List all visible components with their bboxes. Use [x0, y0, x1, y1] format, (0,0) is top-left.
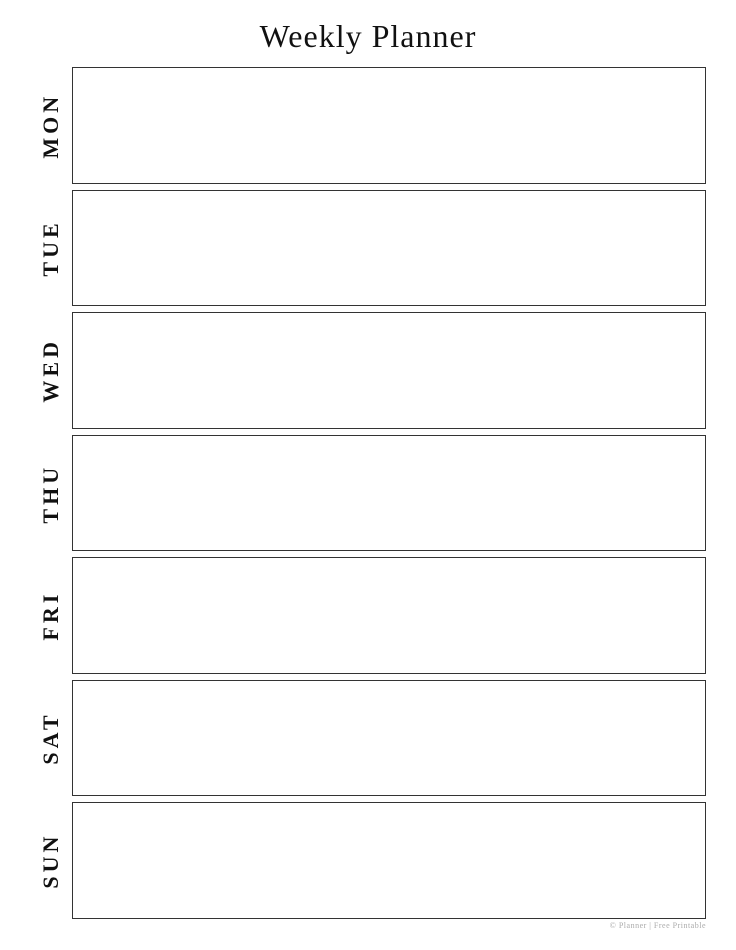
day-label-tuesday: TUE [30, 190, 72, 307]
day-label-sunday: SUN [30, 802, 72, 919]
day-box-monday[interactable] [72, 67, 706, 184]
day-box-wednesday[interactable] [72, 312, 706, 429]
page-title: Weekly Planner [30, 10, 706, 67]
day-label-friday: FRI [30, 557, 72, 674]
day-row-thursday: THU [30, 435, 706, 552]
days-container: MON TUE WED THU FRI SAT SUN [30, 67, 706, 919]
day-box-saturday[interactable] [72, 680, 706, 797]
day-label-thursday: THU [30, 435, 72, 552]
day-label-saturday: SAT [30, 680, 72, 797]
day-box-thursday[interactable] [72, 435, 706, 552]
day-row-saturday: SAT [30, 680, 706, 797]
day-label-wednesday: WED [30, 312, 72, 429]
day-box-tuesday[interactable] [72, 190, 706, 307]
weekly-planner-page: Weekly Planner MON TUE WED THU FRI SAT SUN © P… [0, 0, 736, 950]
watermark: © Planner | Free Printable [30, 919, 706, 930]
day-row-sunday: SUN [30, 802, 706, 919]
day-box-sunday[interactable] [72, 802, 706, 919]
day-row-tuesday: TUE [30, 190, 706, 307]
day-row-monday: MON [30, 67, 706, 184]
day-label-monday: MON [30, 67, 72, 184]
day-box-friday[interactable] [72, 557, 706, 674]
day-row-wednesday: WED [30, 312, 706, 429]
day-row-friday: FRI [30, 557, 706, 674]
